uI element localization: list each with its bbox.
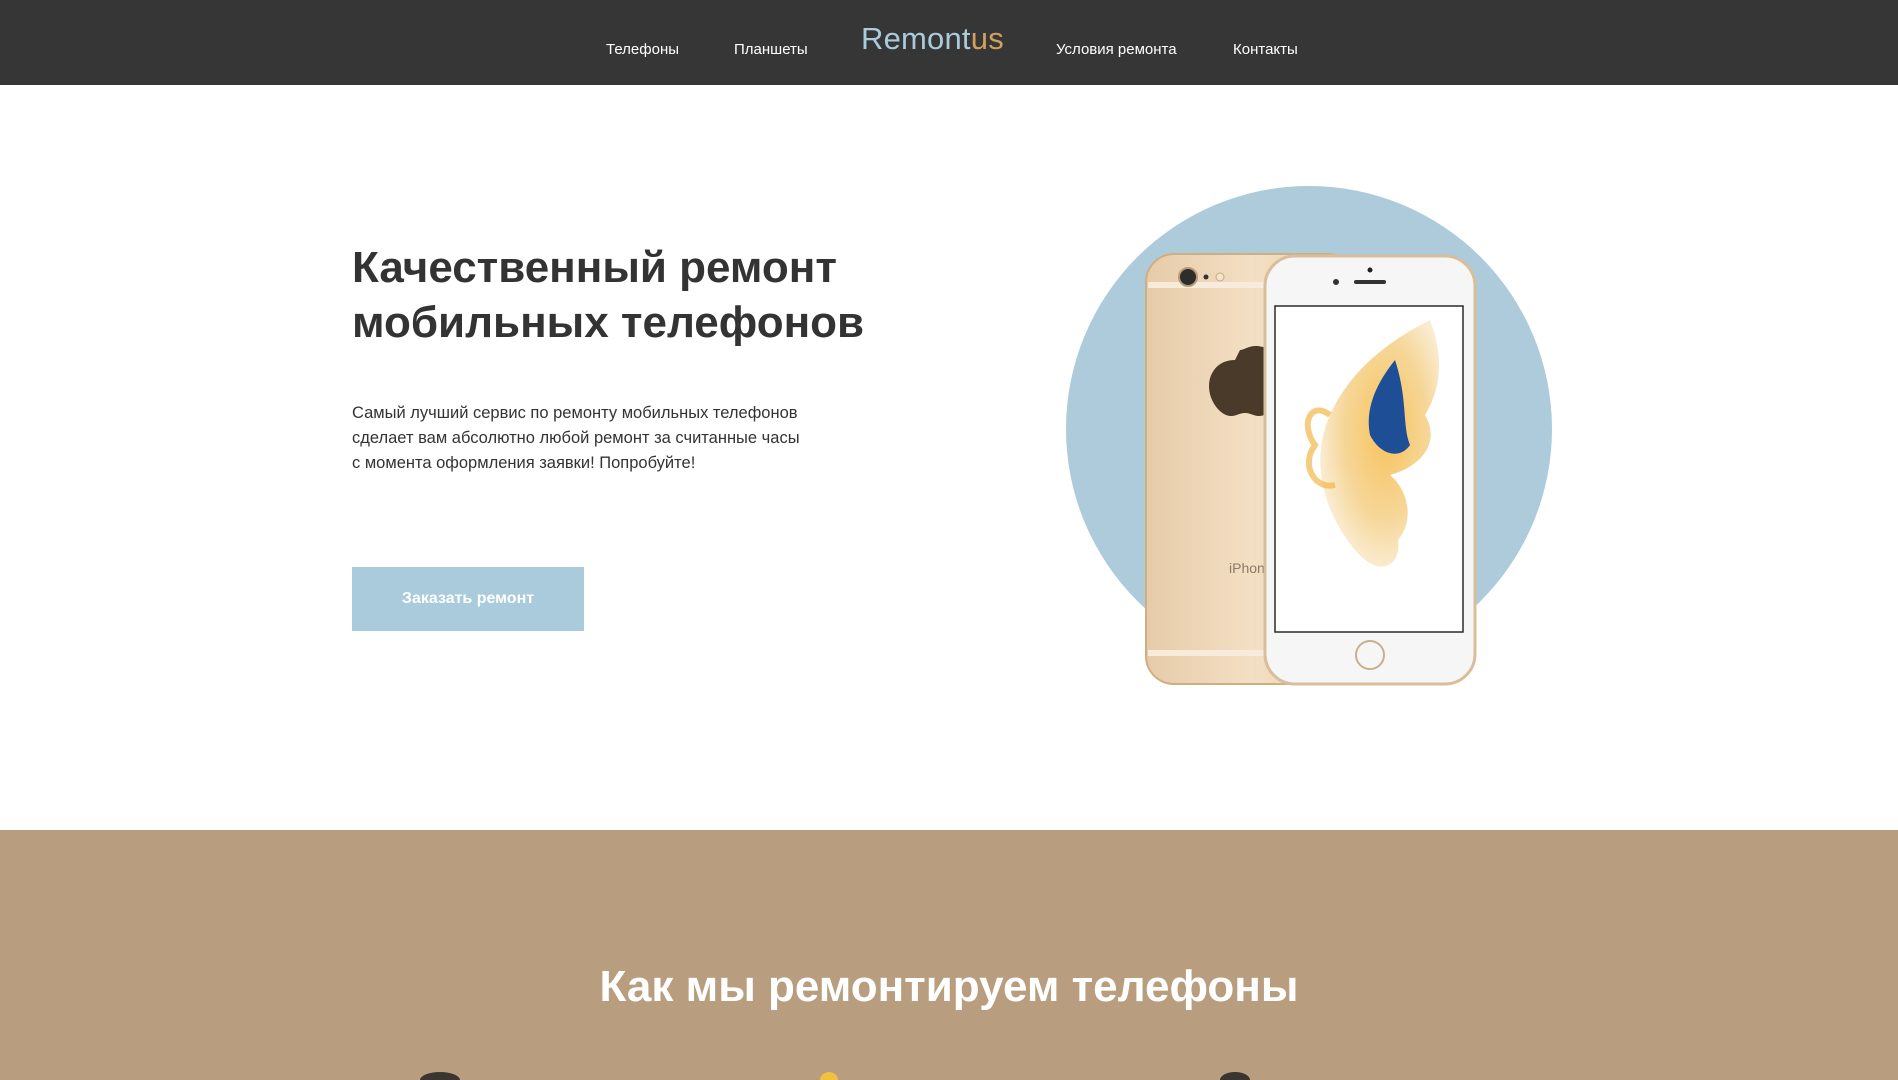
site-header: Телефоны Планшеты Remontus Условия ремон… (0, 0, 1898, 85)
hero-description-line: Самый лучший сервис по ремонту мобильных… (352, 404, 798, 422)
phone-front (1263, 254, 1477, 686)
site-logo[interactable]: Remontus (861, 20, 1004, 58)
hero-title: Качественный ремонт мобильных телефонов (352, 240, 912, 350)
how-we-repair-section (0, 830, 1898, 1080)
hero-title-line: Качественный ремонт (352, 243, 837, 292)
iphone-image: iPhone (1145, 253, 1477, 686)
nav-link-contacts[interactable]: Контакты (1233, 40, 1298, 60)
logo-text-main: Remont (861, 21, 971, 56)
nav-link-tablets[interactable]: Планшеты (734, 40, 808, 60)
order-repair-button[interactable]: Заказать ремонт (352, 567, 584, 631)
hero-description: Самый лучший сервис по ремонту мобильных… (352, 401, 872, 476)
nav-link-repair-terms[interactable]: Условия ремонта (1056, 40, 1177, 60)
hero-description-line: сделает вам абсолютно любой ремонт за сч… (352, 429, 800, 447)
how-we-repair-title: Как мы ремонтируем телефоны (599, 962, 1299, 1011)
nav-link-phones[interactable]: Телефоны (606, 40, 679, 60)
hero-title-line: мобильных телефонов (352, 298, 865, 347)
logo-text-accent: us (970, 21, 1004, 56)
hero-description-line: с момента оформления заявки! Попробуйте! (352, 454, 696, 472)
